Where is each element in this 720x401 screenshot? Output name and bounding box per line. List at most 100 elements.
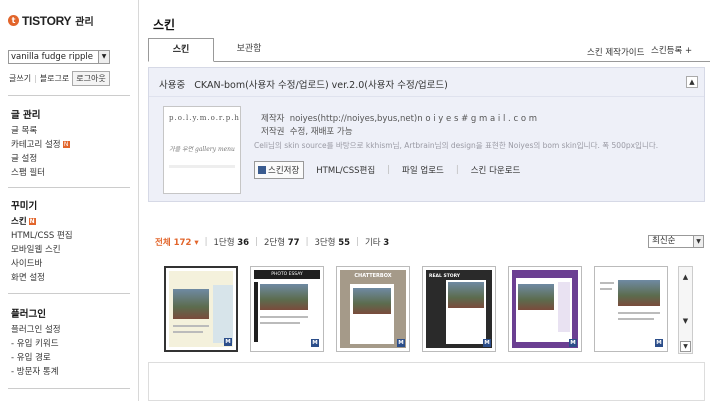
skin-download-link[interactable]: 스킨 다운로드	[471, 164, 521, 176]
sidebar: t TISTORY 관리 vanilla fudge ripple ▼ 글쓰기 …	[0, 0, 139, 401]
filter-other[interactable]: 기타 3	[365, 236, 389, 248]
separator: |	[305, 237, 309, 247]
sidebar-divider	[8, 187, 130, 188]
sidebar-item-visitor-stats[interactable]: - 방문자 통계	[11, 365, 61, 379]
skin-thumbnail[interactable]: CHATTERBOX M	[336, 266, 410, 352]
sort-select[interactable]: 최신순 ▼	[648, 235, 704, 248]
thumbnail-preview: M	[169, 271, 233, 347]
thumbnail-photo	[618, 280, 660, 306]
sidebar-item-mobile-skin[interactable]: 모바일웹 스킨	[11, 243, 73, 257]
page-title: 스킨	[153, 18, 176, 32]
thumbnail-text	[618, 318, 654, 320]
thumbnail-text	[600, 288, 612, 290]
maker-row: 제작자 noiyes(http://noiyes,byus,net)n o i …	[261, 112, 537, 124]
skin-thumbnail[interactable]: M	[508, 266, 582, 352]
sidebar-item-html-css[interactable]: HTML/CSS 편집	[11, 229, 73, 243]
guide-link[interactable]: 스킨 제작가이드	[587, 46, 644, 58]
chevron-down-icon[interactable]: ▼	[693, 236, 703, 247]
separator: |	[356, 237, 359, 247]
thumbnail-sidebar	[254, 282, 258, 342]
scroll-down-icon[interactable]: ▼	[679, 317, 692, 325]
thumbnail-preview: M	[598, 270, 664, 348]
mobile-badge: M	[483, 339, 491, 347]
logout-button[interactable]: 로그아웃	[72, 71, 110, 86]
tistory-logo[interactable]: t TISTORY 관리	[8, 13, 94, 28]
thumbnail-preview: M	[512, 270, 578, 348]
file-upload-link[interactable]: 파일 업로드	[402, 164, 444, 176]
separator: |	[455, 165, 459, 175]
status-label: 사용중	[159, 80, 186, 91]
chevron-down-icon: ▾	[194, 238, 199, 248]
thumbnail-lines	[169, 165, 235, 168]
sidebar-item-post-settings[interactable]: 글 설정	[11, 152, 70, 166]
thumbnail-header: PHOTO ESSAY	[254, 270, 320, 279]
thumbnail-photo	[448, 282, 484, 308]
sidebar-item-plugin-settings[interactable]: 플러그인 설정	[11, 323, 61, 337]
thumbnail-text	[260, 322, 300, 324]
skin-thumbnail[interactable]: REAL STORY M	[422, 266, 496, 352]
chevron-down-icon[interactable]: ▼	[98, 51, 109, 63]
thumbnail-photo	[173, 289, 209, 319]
filter-2col[interactable]: 2단형 77	[264, 236, 300, 248]
register-skin-link[interactable]: 스킨등록 +	[651, 44, 692, 56]
scroll-up-icon[interactable]: ▲	[679, 273, 692, 281]
sidebar-item-spam-filter[interactable]: 스팸 필터	[11, 166, 70, 180]
current-skin-header: 사용중 CKAN-bom(사용자 수정/업로드) ver.2.0(사용자 수정/…	[159, 77, 448, 91]
collapse-icon[interactable]: ▲	[686, 76, 698, 88]
maker-label: 제작자	[261, 114, 285, 124]
html-css-edit-link[interactable]: HTML/CSS편집	[316, 164, 375, 176]
filter-all[interactable]: 전체 172 ▾	[155, 236, 199, 248]
current-skin-name: CKAN-bom(사용자 수정/업로드) ver.2.0(사용자 수정/업로드)	[194, 80, 448, 91]
save-skin-button[interactable]: 스킨저장	[254, 161, 305, 179]
logo-text: TISTORY	[22, 13, 72, 28]
tistory-logo-icon: t	[8, 15, 19, 26]
blog-link[interactable]: 블로그로	[40, 73, 69, 84]
tab-archive[interactable]: 보관함	[226, 38, 272, 62]
thumbnail-title: p.o.l.y.m.o.r.p.h	[169, 114, 240, 122]
main-content: 스킨 스킨 보관함 스킨 제작가이드 스킨등록 + 사용중 CKAN-bom(사…	[140, 0, 720, 401]
separator: |	[387, 165, 391, 175]
thumbnail-header: CHATTERBOX	[354, 273, 392, 279]
logo-sub: 관리	[75, 17, 94, 28]
thumbnail-sidebar	[213, 285, 233, 343]
blog-select[interactable]: vanilla fudge ripple ▼	[8, 50, 110, 64]
blog-select-value: vanilla fudge ripple	[11, 52, 93, 62]
thumbnail-preview: PHOTO ESSAY M	[254, 270, 320, 348]
separator: |	[204, 237, 208, 247]
thumbnail-header: REAL STORY	[429, 274, 461, 279]
sidebar-item-categories[interactable]: 카테고리 설정 N	[11, 138, 70, 152]
thumbnail-sidebar	[558, 282, 570, 332]
sort-value: 최신순	[652, 236, 676, 246]
filter-3col[interactable]: 3단형 55	[314, 236, 350, 248]
expand-icon[interactable]: ▼	[680, 341, 691, 352]
sidebar-item-keywords[interactable]: - 유입 키워드	[11, 337, 61, 351]
mobile-badge: M	[224, 338, 232, 346]
save-icon	[258, 166, 266, 174]
maker-value: noiyes(http://noiyes,byus,net)n o i y e …	[289, 114, 537, 124]
skin-thumbnail[interactable]: M	[594, 266, 668, 352]
skin-description: Celi님의 skin source를 바탕으로 kkhism님, Artbra…	[254, 141, 659, 150]
thumbnail-text	[618, 312, 660, 314]
skin-thumbnail[interactable]: PHOTO ESSAY M	[250, 266, 324, 352]
design-group: 꾸미기 스킨 N HTML/CSS 편집 모바일웹 스킨 사이드바 화면 설정	[11, 198, 73, 285]
sidebar-item-skin[interactable]: 스킨 N	[11, 215, 73, 229]
skin-thumbnail[interactable]: M	[164, 266, 238, 352]
sidebar-item-referrers[interactable]: - 유입 경로	[11, 351, 61, 365]
sidebar-item-sidebar[interactable]: 사이드바	[11, 257, 73, 271]
sidebar-item-display-settings[interactable]: 화면 설정	[11, 271, 73, 285]
thumbnail-text	[173, 325, 209, 327]
save-skin-label: 스킨저장	[268, 166, 300, 176]
thumbnail-photo	[518, 284, 554, 310]
write-link[interactable]: 글쓰기	[9, 73, 31, 84]
design-title: 꾸미기	[11, 201, 38, 212]
divider	[149, 96, 704, 97]
thumbnail-photo	[260, 284, 308, 310]
filter-1col[interactable]: 1단형 36	[213, 236, 249, 248]
mobile-badge: M	[569, 339, 577, 347]
skin-actions: 스킨저장 HTML/CSS편집 | 파일 업로드 | 스킨 다운로드	[254, 161, 520, 179]
tab-skin[interactable]: 스킨	[148, 38, 214, 62]
new-badge: N	[62, 141, 70, 148]
mobile-badge: M	[311, 339, 319, 347]
thumbnail-text	[173, 331, 203, 333]
sidebar-item-posts[interactable]: 글 목록	[11, 124, 70, 138]
